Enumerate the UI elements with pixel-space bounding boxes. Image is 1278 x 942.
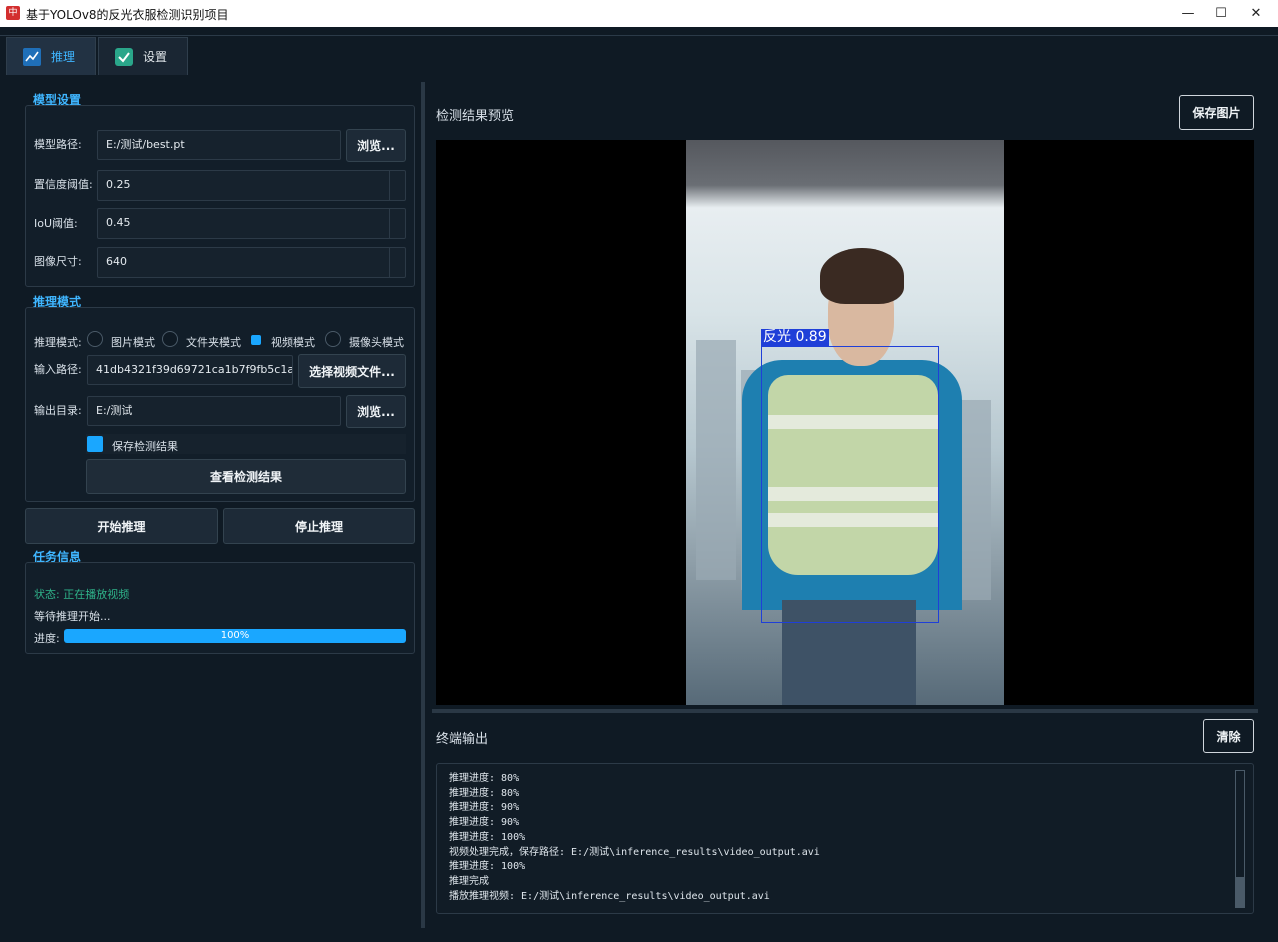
terminal-line: 视频处理完成，保存路径: E:/测试\inference_results\vid… bbox=[449, 846, 820, 858]
radio-camera-mode[interactable] bbox=[325, 331, 341, 347]
tab-inference-label: 推理 bbox=[51, 50, 76, 64]
progress-text: 100% bbox=[220, 630, 250, 641]
app-icon: 中 bbox=[6, 6, 20, 20]
terminal-line: 推理进度: 100% bbox=[449, 831, 526, 843]
stop-inference-button[interactable]: 停止推理 bbox=[223, 508, 415, 544]
tab-bar: 推理 设置 bbox=[0, 35, 1278, 75]
terminal-line: 推理进度: 80% bbox=[449, 773, 520, 784]
splitter-vertical[interactable] bbox=[421, 82, 425, 928]
detection-label: 反光 0.89 bbox=[761, 329, 829, 346]
chart-line-icon bbox=[23, 47, 41, 66]
detection-preview: 反光 0.89 bbox=[436, 140, 1254, 705]
view-results-button[interactable]: 查看检测结果 bbox=[86, 459, 406, 494]
radio-image-mode[interactable] bbox=[87, 331, 103, 347]
video-mode-label: 视频模式 bbox=[271, 336, 315, 349]
terminal-line: 推理进度: 90% bbox=[449, 802, 520, 814]
imgsize-spinbox[interactable]: 640 bbox=[97, 247, 406, 278]
progress-bar: 100% bbox=[64, 629, 406, 643]
iou-value: 0.45 bbox=[106, 216, 131, 229]
terminal-line: 推理完成 bbox=[449, 875, 489, 887]
progress-label: 进度: bbox=[34, 632, 60, 645]
model-browse-button[interactable]: 浏览... bbox=[346, 129, 406, 162]
output-browse-button[interactable]: 浏览... bbox=[346, 395, 406, 428]
check-square-icon bbox=[115, 47, 133, 66]
save-image-button[interactable]: 保存图片 bbox=[1179, 95, 1254, 130]
input-path-label: 输入路径: bbox=[34, 363, 82, 376]
folder-mode-label: 文件夹模式 bbox=[186, 336, 241, 349]
tab-inference[interactable]: 推理 bbox=[6, 37, 96, 75]
person-hair bbox=[820, 248, 904, 304]
terminal-output[interactable]: 推理进度: 80% 推理进度: 80% 推理进度: 90% 推理进度: 90% … bbox=[436, 763, 1254, 914]
start-inference-button[interactable]: 开始推理 bbox=[25, 508, 218, 544]
terminal-line: 播放推理视频: E:/测试\inference_results\video_ou… bbox=[449, 890, 770, 902]
input-path-input[interactable]: 41db4321f39d69721ca1b7f9fb5c1a.mp4 bbox=[87, 355, 293, 385]
save-results-label: 保存检测结果 bbox=[112, 440, 178, 453]
image-mode-label: 图片模式 bbox=[111, 336, 155, 349]
mode-label: 推理模式: bbox=[34, 336, 82, 349]
close-button[interactable]: ✕ bbox=[1238, 0, 1274, 27]
scroll-thumb[interactable] bbox=[1236, 877, 1244, 907]
imgsize-label: 图像尺寸: bbox=[34, 255, 82, 268]
confidence-label: 置信度阈值: bbox=[34, 178, 93, 191]
radio-video-mode[interactable] bbox=[251, 335, 261, 345]
iou-spin-arrows[interactable] bbox=[389, 209, 405, 238]
select-video-button[interactable]: 选择视频文件... bbox=[298, 354, 406, 388]
radio-folder-mode[interactable] bbox=[162, 331, 178, 347]
maximize-button[interactable]: ☐ bbox=[1203, 0, 1239, 27]
model-path-label: 模型路径: bbox=[34, 138, 82, 151]
minimize-button[interactable]: — bbox=[1170, 0, 1206, 27]
status-text: 状态: 正在播放视频 bbox=[34, 588, 130, 601]
imgsize-spin-arrows[interactable] bbox=[389, 248, 405, 277]
terminal-scrollbar[interactable] bbox=[1235, 770, 1245, 908]
confidence-spinbox[interactable]: 0.25 bbox=[97, 170, 406, 201]
terminal-line: 推理进度: 100% bbox=[449, 861, 526, 873]
terminal-line: 推理进度: 90% bbox=[449, 817, 520, 829]
imgsize-value: 640 bbox=[106, 255, 127, 268]
detection-box bbox=[761, 346, 939, 623]
confidence-value: 0.25 bbox=[106, 178, 131, 191]
splitter-horizontal[interactable] bbox=[432, 709, 1258, 713]
output-dir-label: 输出目录: bbox=[34, 404, 82, 417]
window-title: 基于YOLOv8的反光衣服检测识别项目 bbox=[26, 8, 229, 22]
clear-button[interactable]: 清除 bbox=[1203, 719, 1254, 753]
tab-settings[interactable]: 设置 bbox=[98, 37, 188, 75]
save-results-checkbox[interactable] bbox=[87, 436, 103, 452]
iou-label: IoU阈值: bbox=[34, 217, 78, 230]
waiting-text: 等待推理开始... bbox=[34, 610, 111, 623]
iou-spinbox[interactable]: 0.45 bbox=[97, 208, 406, 239]
terminal-line: 推理进度: 80% bbox=[449, 787, 520, 799]
title-bar: 中 基于YOLOv8的反光衣服检测识别项目 — ☐ ✕ bbox=[0, 0, 1278, 27]
confidence-spin-arrows[interactable] bbox=[389, 171, 405, 200]
output-dir-input[interactable]: E:/测试 bbox=[87, 396, 341, 426]
preview-title: 检测结果预览 bbox=[436, 109, 515, 124]
model-path-input[interactable]: E:/测试/best.pt bbox=[97, 130, 341, 160]
camera-mode-label: 摄像头模式 bbox=[349, 336, 404, 349]
terminal-title: 终端输出 bbox=[436, 732, 489, 747]
tab-settings-label: 设置 bbox=[143, 50, 168, 64]
background-building bbox=[696, 340, 736, 580]
